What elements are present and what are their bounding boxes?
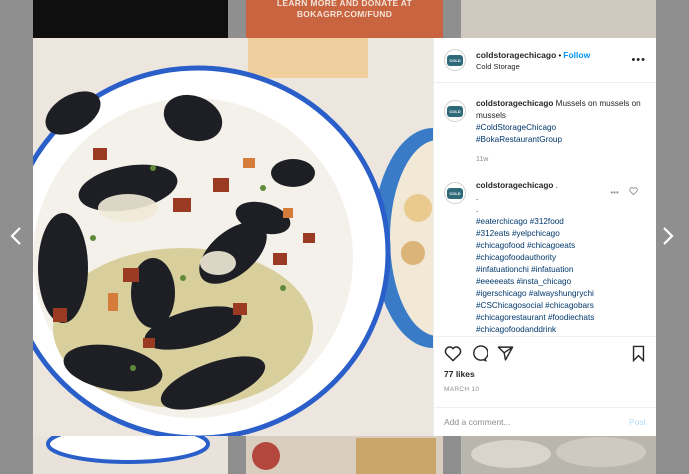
- hashtag-line[interactable]: #infatuationchi #infatuation: [476, 265, 573, 274]
- post-photo[interactable]: [33, 38, 433, 436]
- logo-icon: COLD: [447, 187, 463, 199]
- background-post-thumbnail: [33, 436, 228, 474]
- logo-icon: COLD: [447, 54, 463, 66]
- hashtag-link[interactable]: #ColdStorageChicago: [476, 123, 556, 132]
- background-post-banner: LEARN MORE AND DONATE AT BOKAGRP.COM/FUN…: [246, 0, 443, 38]
- avatar[interactable]: COLD: [444, 100, 466, 122]
- chevron-left-icon[interactable]: [10, 226, 22, 250]
- comment-text: .: [476, 193, 479, 202]
- comment-text: .: [553, 181, 558, 190]
- post-side-panel: COLD coldstoragechicago • Follow Cold Stor…: [433, 38, 656, 436]
- share-icon[interactable]: [497, 345, 514, 367]
- separator-dot: •: [558, 50, 562, 60]
- heart-icon[interactable]: [444, 345, 462, 367]
- location-link[interactable]: Cold Storage: [476, 61, 631, 72]
- post-time[interactable]: 11w: [476, 154, 646, 166]
- comment-icon[interactable]: [470, 345, 489, 367]
- logo-icon: COLD: [447, 105, 463, 117]
- avatar[interactable]: COLD: [444, 49, 466, 71]
- username-link[interactable]: coldstoragechicago: [476, 50, 556, 60]
- background-post-thumbnail: [246, 436, 443, 474]
- follow-button[interactable]: Follow: [563, 50, 590, 60]
- background-post-thumbnail: [33, 0, 228, 38]
- hashtag-line[interactable]: #eaterchicago #312food: [476, 217, 564, 226]
- list-item: COLD coldstoragechicago . . . #eaterchic…: [434, 180, 656, 336]
- comment-input[interactable]: [444, 414, 614, 430]
- hashtag-line[interactable]: #chicagofoodauthority: [476, 253, 556, 262]
- comments-list[interactable]: COLD coldstoragechicago Mussels on musse…: [434, 84, 656, 336]
- background-post-thumbnail: [461, 436, 656, 474]
- likes-count[interactable]: 77 likes: [444, 369, 475, 379]
- hashtag-link[interactable]: #BokaRestaurantGroup: [476, 135, 562, 144]
- more-options-icon[interactable]: •••: [631, 54, 646, 66]
- hashtag-line[interactable]: #312eats #yelpchicago: [476, 229, 560, 238]
- post-actions: 77 likes MARCH 10 Post: [434, 336, 656, 437]
- caption: COLD coldstoragechicago Mussels on musse…: [434, 98, 656, 166]
- bookmark-icon[interactable]: [631, 345, 646, 367]
- banner-text-line1: LEARN MORE AND DONATE AT: [276, 0, 413, 8]
- hashtag-line[interactable]: #chicagofoodanddrink: [476, 325, 556, 334]
- hashtag-line[interactable]: #chicagofood #chicagoeats: [476, 241, 575, 250]
- post-modal: COLD coldstoragechicago • Follow Cold Stor…: [33, 38, 656, 436]
- username-link[interactable]: coldstoragechicago: [476, 181, 553, 190]
- banner-text-line2: BOKAGRP.COM/FUND: [296, 9, 393, 19]
- post-date: MARCH 10: [444, 386, 480, 393]
- avatar[interactable]: COLD: [444, 182, 466, 204]
- background-post-thumbnail: [461, 0, 656, 38]
- hashtag-line[interactable]: #eeeeeats #insta_chicago: [476, 277, 571, 286]
- comment-options-icon[interactable]: •••: [610, 188, 618, 197]
- username-link[interactable]: coldstoragechicago: [476, 99, 553, 108]
- hashtag-line[interactable]: #CSChicagosocial #chicagobars: [476, 301, 594, 310]
- hashtag-line[interactable]: #igerschicago #alwayshungrychi: [476, 289, 594, 298]
- add-comment-bar: Post: [434, 407, 656, 438]
- post-comment-button[interactable]: Post: [629, 417, 646, 427]
- hashtag-line[interactable]: #chicagorestaurant #foodiechats: [476, 313, 594, 322]
- chevron-right-icon[interactable]: [662, 226, 674, 250]
- post-header: COLD coldstoragechicago • Follow Cold Stor…: [434, 38, 656, 83]
- comment-text: .: [476, 205, 479, 214]
- comment-like-icon[interactable]: [629, 187, 638, 197]
